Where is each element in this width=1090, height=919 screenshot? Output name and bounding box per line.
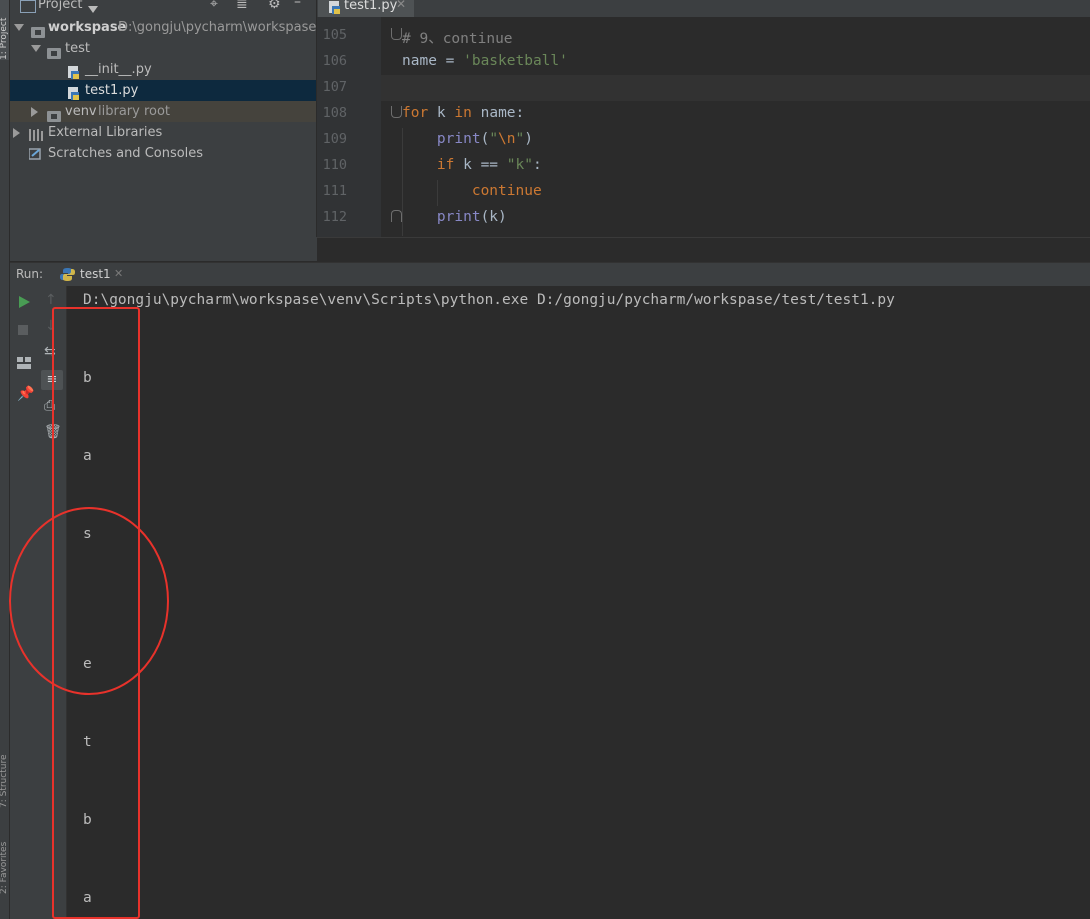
tree-item-test1-py[interactable]: test1.py xyxy=(10,80,316,101)
line-number: 110 xyxy=(322,157,347,173)
structure-tool-tab[interactable]: 7: Structure xyxy=(0,728,9,809)
favorites-tool-tab[interactable]: 2: Favorites xyxy=(0,826,9,894)
editor-tab-bar xyxy=(317,0,1090,17)
tree-item-label: Scratches and Consoles xyxy=(48,146,204,161)
line-number: 108 xyxy=(322,105,347,121)
project-panel: Project ⌖ ≣ ⚙ – workspase D:\gongju\pych… xyxy=(10,0,316,260)
tree-item-external-libraries[interactable]: External Libraries xyxy=(10,122,316,143)
folder-icon xyxy=(47,48,61,59)
code-line-112: print(k) xyxy=(436,209,507,225)
console-command-line: D:\gongju\pycharm\workspase\venv\Scripts… xyxy=(83,292,895,308)
line-number: 111 xyxy=(322,183,347,199)
editor-breadcrumb-bar xyxy=(317,237,1090,262)
tree-item-label: workspase xyxy=(48,20,127,35)
expand-arrow-icon[interactable] xyxy=(31,38,41,59)
fold-marker-icon[interactable] xyxy=(391,106,402,118)
up-arrow-icon[interactable]: ↑ xyxy=(45,292,61,308)
code-line-110: if k == "k": xyxy=(436,157,542,173)
code-line-111: continue xyxy=(471,183,542,199)
tree-item-label: test1.py xyxy=(85,83,139,98)
rerun-icon[interactable] xyxy=(17,294,33,310)
tree-item-test[interactable]: test xyxy=(10,38,316,59)
run-label: Run: xyxy=(16,267,44,281)
chevron-down-icon[interactable] xyxy=(88,2,98,17)
indent-guide xyxy=(402,128,404,236)
expand-arrow-icon[interactable] xyxy=(13,122,20,143)
tree-item-suffix: library root xyxy=(98,104,171,119)
tree-item-workspase[interactable]: workspase D:\gongju\pycharm\workspase xyxy=(10,17,316,38)
line-number: 112 xyxy=(322,209,347,225)
collapse-icon[interactable]: ≣ xyxy=(236,0,248,12)
project-tool-tab[interactable]: 1: Project xyxy=(0,0,9,60)
run-tab-label[interactable]: test1 xyxy=(80,267,111,281)
line-number: 105 xyxy=(322,27,347,43)
code-line-109: print("\n") xyxy=(436,131,533,147)
code-line-105: # 9、continue xyxy=(402,31,513,47)
layout-icon[interactable] xyxy=(17,354,33,370)
close-icon[interactable]: ✕ xyxy=(114,267,123,280)
expand-arrow-icon[interactable] xyxy=(31,101,38,122)
expand-arrow-icon[interactable] xyxy=(14,17,24,38)
tree-item-init-py[interactable]: __init__.py xyxy=(10,59,316,80)
console-output[interactable]: D:\gongju\pycharm\workspase\venv\Scripts… xyxy=(67,286,1090,919)
project-panel-header: Project ⌖ ≣ ⚙ – xyxy=(10,0,316,16)
stop-icon[interactable] xyxy=(17,321,33,337)
tree-item-label: External Libraries xyxy=(48,125,163,140)
tree-item-path: D:\gongju\pycharm\workspase xyxy=(118,20,317,35)
pin-icon[interactable]: 📌 xyxy=(17,386,34,402)
tab-label: test1.py xyxy=(344,0,398,13)
left-tool-strip: 1: Project 7: Structure 2: Favorites xyxy=(0,0,10,919)
code-line-106: name = 'basketball' xyxy=(402,53,568,69)
python-file-icon xyxy=(67,65,80,80)
indent-guide xyxy=(437,180,439,206)
code-line-108: for k in name: xyxy=(402,105,525,121)
tree-item-label: test xyxy=(65,41,90,56)
run-panel-header: Run: test1 ✕ xyxy=(10,262,1090,287)
library-icon xyxy=(29,127,43,141)
tree-item-label: __init__.py xyxy=(85,62,152,77)
annotation-ellipse xyxy=(9,507,169,695)
project-view-icon[interactable] xyxy=(20,0,36,13)
project-panel-footer xyxy=(10,237,317,261)
code-editor[interactable] xyxy=(317,17,1090,237)
current-line-highlight xyxy=(381,75,1090,101)
minimize-icon[interactable]: – xyxy=(294,0,301,10)
fold-marker-icon[interactable] xyxy=(391,210,402,222)
folder-icon xyxy=(31,27,45,38)
gear-icon[interactable]: ⚙ xyxy=(268,0,281,12)
tree-item-scratches[interactable]: Scratches and Consoles xyxy=(10,143,316,164)
fold-marker-icon[interactable] xyxy=(391,28,402,40)
scratches-icon xyxy=(28,147,42,160)
line-number: 109 xyxy=(322,131,347,147)
folder-icon xyxy=(47,111,61,122)
locate-icon[interactable]: ⌖ xyxy=(210,0,218,12)
project-view-selector[interactable]: Project xyxy=(38,0,82,12)
python-file-icon xyxy=(67,86,80,101)
line-number: 107 xyxy=(322,79,347,95)
python-icon xyxy=(60,267,75,285)
close-icon[interactable]: ✕ xyxy=(396,0,406,12)
line-number: 106 xyxy=(322,53,347,69)
tree-item-label: venv xyxy=(65,104,97,119)
editor-gutter: 105 106 107 108 109 110 111 112 xyxy=(317,17,402,237)
tree-item-venv[interactable]: venv library root xyxy=(10,101,316,122)
